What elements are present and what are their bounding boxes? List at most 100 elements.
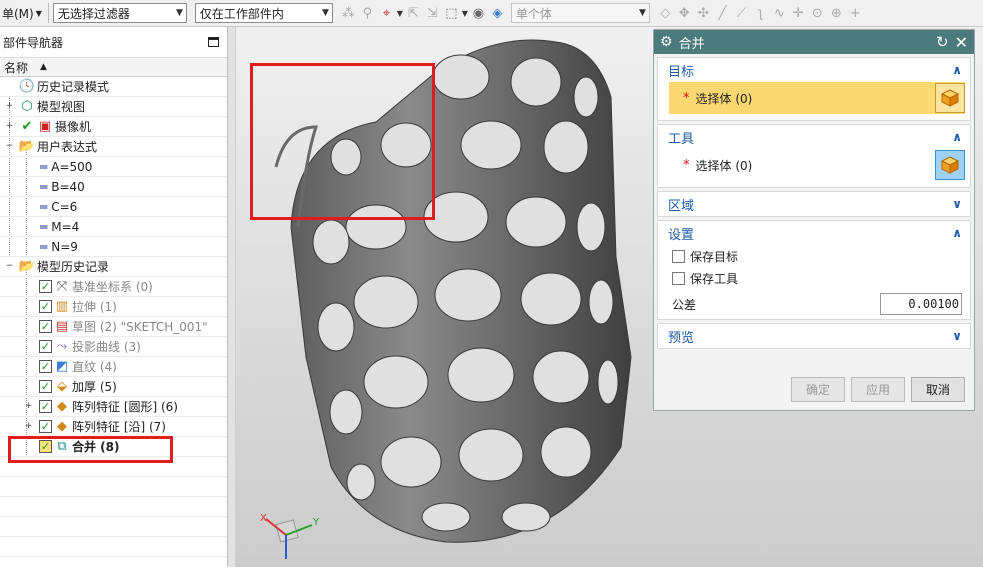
select-body-cube-button[interactable] (935, 83, 965, 113)
cube-select-icon[interactable]: ◈ (488, 3, 507, 23)
tool-header[interactable]: 工具 ∧ (658, 125, 970, 149)
expand-icon[interactable]: + (24, 402, 33, 411)
visibility-checkbox[interactable]: ✓ (39, 300, 52, 313)
tree-item-feature[interactable]: ✓ ▥ 拉伸 (1) (0, 297, 227, 317)
transform-icon[interactable]: ✣ (694, 3, 713, 23)
visibility-checkbox[interactable]: ✓ (39, 420, 52, 433)
preview-header[interactable]: 预览 ∨ (658, 324, 970, 348)
expression-icon: ═ (40, 199, 48, 214)
target-select-body[interactable]: * 选择体 (0) (669, 82, 965, 114)
erase-icon[interactable]: ◇ (656, 3, 675, 23)
crosshair-icon[interactable]: + (846, 3, 865, 23)
panel-splitter[interactable] (228, 27, 236, 567)
tree-item-feature[interactable]: ✓ ⤧ 基准坐标系 (0) (0, 277, 227, 297)
tree-item-label: 拉伸 (1) (72, 300, 117, 314)
curve-icon[interactable]: ʅ (751, 3, 770, 23)
select-body-cube-button[interactable] (935, 150, 965, 180)
tree-item-history-mode[interactable]: 🕓 历史记录模式 (0, 77, 227, 97)
tree-item-feature[interactable]: ✓ ⬙ 加厚 (5) (0, 377, 227, 397)
type-filter-select[interactable]: 无选择过滤器 ▼ (52, 3, 187, 23)
tool-select-body[interactable]: * 选择体 (0) (669, 149, 965, 181)
tree-item-label: 阵列特征 [沿] (7) (72, 420, 166, 434)
pattern-feature-icon: ◆ (57, 399, 67, 414)
clock-icon: 🕓 (18, 79, 36, 94)
tree-item-feature[interactable]: ✓ ◩ 直纹 (4) (0, 357, 227, 377)
tree-item-feature[interactable]: ✓ ▤ 草图 (2) "SKETCH_001" (0, 317, 227, 337)
spline-icon[interactable]: ∿ (770, 3, 789, 23)
visibility-checkbox[interactable]: ✓ (39, 400, 52, 413)
ok-button[interactable]: 确定 (791, 377, 845, 402)
tree-item-feature[interactable]: + ✓ ◆ 阵列特征 [沿] (7) (0, 417, 227, 437)
circle-center-icon[interactable]: ⊙ (808, 3, 827, 23)
tree-item-label: 阵列特征 [圆形] (6) (72, 400, 178, 414)
chevron-down-icon[interactable]: ▼ (396, 3, 404, 23)
keep-target-option[interactable]: 保存目标 (658, 245, 970, 267)
move-icon[interactable]: ✥ (675, 3, 694, 23)
tree-item-model-history[interactable]: − 📂 模型历史记录 (0, 257, 227, 277)
tangent-icon[interactable]: ⊕ (827, 3, 846, 23)
tree-item-user-expressions[interactable]: − 📂 用户表达式 (0, 137, 227, 157)
pick-icon[interactable]: ⇱ (404, 3, 423, 23)
chevron-up-icon: ∧ (952, 226, 962, 240)
expression-icon: ═ (40, 239, 48, 254)
diagonal-icon[interactable]: ⟋ (732, 3, 751, 23)
tree-item-expression[interactable]: ═ M=4 (0, 217, 227, 237)
menu-button[interactable]: 单(M) ▼ (0, 2, 44, 24)
visibility-checkbox[interactable]: ✓ (39, 380, 52, 393)
tree-item-expression[interactable]: ═ N=9 (0, 237, 227, 257)
feature-pick-icon[interactable]: ⇲ (423, 3, 442, 23)
maximize-icon[interactable] (208, 37, 219, 47)
keep-target-label: 保存目标 (690, 249, 739, 264)
chevron-down-icon: ∨ (952, 329, 962, 343)
rectangle-select-icon[interactable]: ⬚ (442, 3, 461, 23)
visibility-checkbox[interactable]: ✓ (39, 360, 52, 373)
settings-header[interactable]: 设置 ∧ (658, 221, 970, 245)
dialog-title-bar[interactable]: ⚙ 合并 ↻ ✕ (654, 30, 974, 54)
section-title: 目标 (668, 64, 695, 80)
cancel-button[interactable]: 取消 (911, 377, 965, 402)
lasso-icon[interactable]: ◉ (469, 3, 488, 23)
svg-text:X: X (260, 513, 267, 524)
tree-item-expression[interactable]: ═ A=500 (0, 157, 227, 177)
section-title: 区域 (668, 198, 695, 214)
snap-icon[interactable]: ⁂ (339, 3, 358, 23)
folder-open-icon: 📂 (18, 139, 36, 154)
keep-tool-option[interactable]: 保存工具 (658, 267, 970, 289)
expand-icon[interactable]: + (5, 122, 14, 131)
expand-icon[interactable]: + (24, 422, 33, 431)
intersect-icon[interactable]: ✛ (789, 3, 808, 23)
apply-button[interactable]: 应用 (851, 377, 905, 402)
gear-icon[interactable]: ⚙ (660, 34, 673, 50)
chevron-down-icon[interactable]: ▼ (461, 3, 469, 23)
reset-icon[interactable]: ↻ (936, 33, 949, 51)
tree-item-feature[interactable]: + ✓ ◆ 阵列特征 [圆形] (6) (0, 397, 227, 417)
tolerance-input[interactable]: 0.00100 (880, 293, 962, 315)
keep-target-checkbox[interactable] (672, 249, 685, 263)
section-title: 设置 (668, 227, 695, 243)
visibility-checkbox[interactable]: ✓ (39, 340, 52, 353)
tree-item-feature[interactable]: ✓ ⤳ 投影曲线 (3) (0, 337, 227, 357)
visibility-checkbox[interactable]: ✓ (39, 320, 52, 333)
scope-filter-select[interactable]: 仅在工作部件内 ▼ (194, 3, 333, 23)
point-snap-icon[interactable]: ⌖ (377, 3, 396, 23)
keep-tool-checkbox[interactable] (672, 271, 685, 285)
visibility-checkbox[interactable]: ✓ (39, 280, 52, 293)
column-header-name[interactable]: 名称 ▲ (0, 57, 227, 77)
tree-item-expression[interactable]: ═ B=40 (0, 177, 227, 197)
tree-item-expression[interactable]: ═ C=6 (0, 197, 227, 217)
collapse-icon[interactable]: − (5, 262, 14, 271)
tree-item-cameras[interactable]: + ✔ ▣ 摄像机 (0, 117, 227, 137)
line-icon[interactable]: ╱ (713, 3, 732, 23)
close-icon[interactable]: ✕ (955, 33, 968, 52)
expand-icon[interactable]: + (5, 102, 14, 111)
expression-icon: ═ (40, 159, 48, 174)
tree-item-model-views[interactable]: + ⬡ 模型视图 (0, 97, 227, 117)
collapse-icon[interactable]: − (5, 142, 14, 151)
tree-item-label: 加厚 (5) (72, 380, 117, 394)
body-select[interactable]: 单个体 ▼ (510, 3, 650, 23)
target-header[interactable]: 目标 ∧ (658, 58, 970, 82)
region-header[interactable]: 区域 ∨ (658, 192, 970, 216)
highlight-box (8, 436, 173, 463)
snap-point-icon[interactable]: ⚲ (358, 3, 377, 23)
highlight-box (250, 63, 435, 220)
